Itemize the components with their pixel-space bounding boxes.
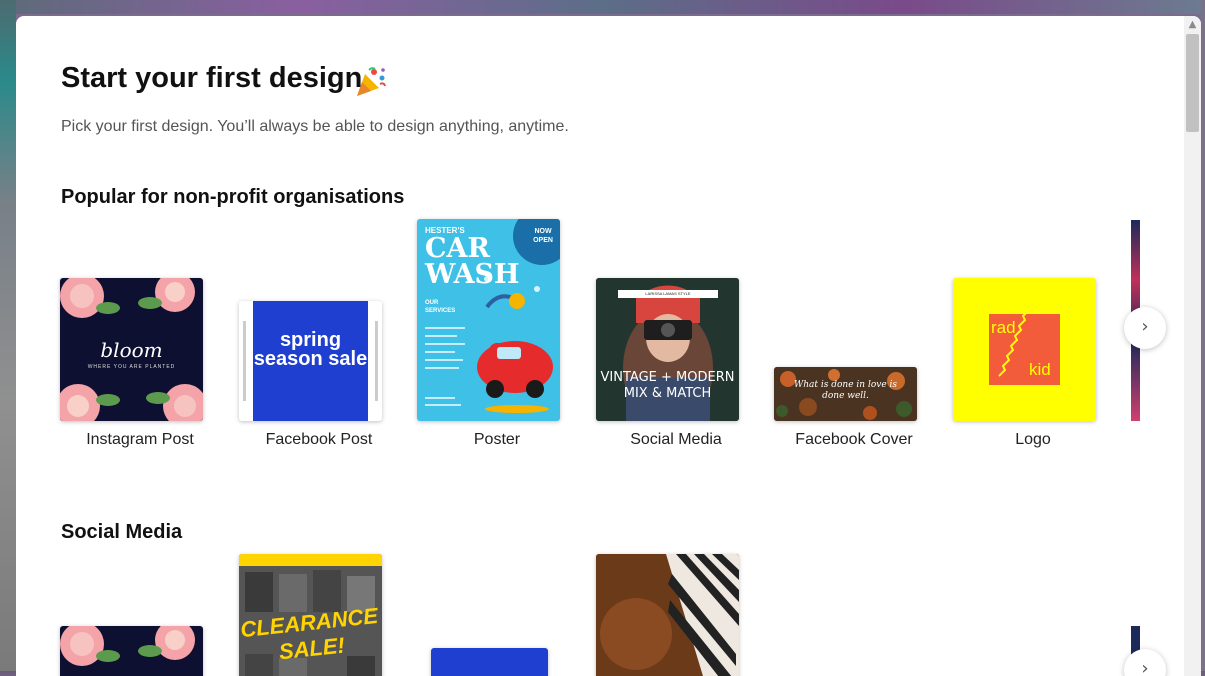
section-title-social-media: Social Media (61, 521, 183, 543)
chevron-right-icon: › (1141, 658, 1149, 676)
social-3-thumbnail (431, 648, 548, 676)
design-label: Poster (473, 431, 521, 448)
facebook-cover-thumb-text: What is done in love is done well. (794, 380, 898, 401)
design-label: Facebook Cover (795, 431, 913, 448)
design-label: Social Media (630, 431, 722, 448)
chevron-right-icon: › (1141, 316, 1149, 337)
instagram-thumb-subtext: WHERE YOU ARE PLANTED (87, 364, 176, 370)
design-label: Facebook Post (265, 431, 373, 448)
facebook-cover-thumbnail: What is done in love is done well. (774, 367, 917, 421)
instagram-post-thumbnail: bloom WHERE YOU ARE PLANTED (60, 278, 203, 421)
carousel-next-button[interactable]: › (1124, 307, 1166, 349)
clearance-sale-thumbnail: CLEARANCE SALE! (239, 554, 382, 676)
social-media-thumbnail: LARISSA LAMAS STYLE VINTAGE + MODERN MIX… (596, 278, 739, 421)
design-label: Instagram Post (86, 431, 194, 448)
social-media-thumb-text: VINTAGE + MODERN MIX & MATCH (600, 370, 735, 401)
poster-thumbnail: HESTER'S CAR WASH NOW OPEN OUR SERVICES (417, 219, 560, 421)
background-left-edge (0, 0, 16, 671)
logo-thumb-text-2: kid (1029, 360, 1051, 379)
social-4-thumbnail (596, 554, 739, 676)
background-strip (0, 0, 1205, 14)
facebook-post-thumb-text: spring season sale (253, 329, 368, 370)
start-design-modal: Start your first design Pick your first … (16, 16, 1201, 676)
instagram-thumb-text: bloom (100, 338, 163, 362)
vertical-scrollbar[interactable]: ▲ (1184, 16, 1201, 676)
social-1-thumbnail (60, 626, 203, 676)
logo-thumbnail: rad kid (953, 278, 1096, 421)
scrollbar-thumb[interactable] (1186, 34, 1199, 132)
design-label: Logo (1015, 431, 1051, 448)
chevron-up-icon[interactable]: ▲ (1184, 16, 1201, 33)
logo-thumb-text-1: rad (991, 318, 1016, 337)
modal-title: Start your first design (61, 62, 363, 94)
facebook-post-thumbnail: spring season sale (239, 301, 382, 421)
modal-subtitle: Pick your first design. You’ll always be… (61, 118, 569, 135)
section-title-popular: Popular for non-profit organisations (61, 186, 405, 208)
background-right-edge (1201, 0, 1205, 671)
party-popper-icon (357, 67, 386, 96)
social-media-thumb-banner: LARISSA LAMAS STYLE (618, 290, 718, 298)
